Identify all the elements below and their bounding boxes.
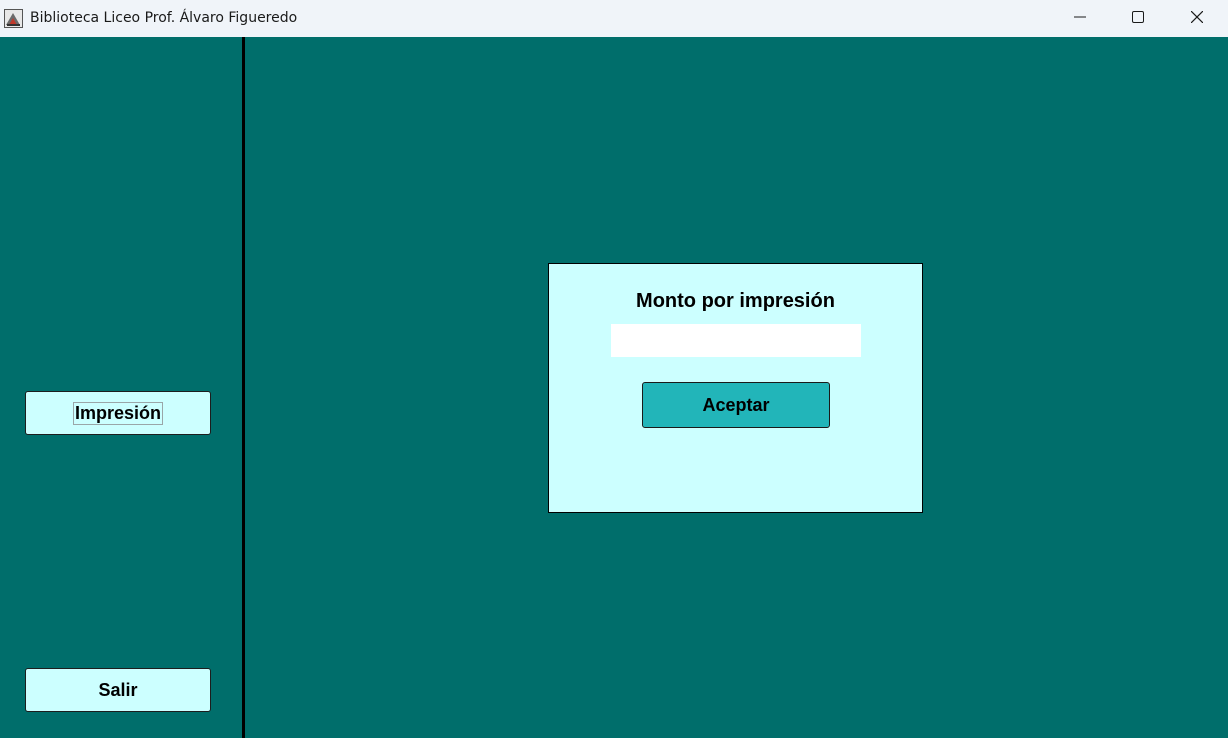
minimize-icon <box>1074 10 1086 28</box>
accept-button-label: Aceptar <box>702 394 770 415</box>
close-icon <box>1190 10 1204 28</box>
salir-button-label: Salir <box>98 679 138 700</box>
app-window: Biblioteca Liceo Prof. Álvaro Figueredo … <box>0 0 1228 738</box>
close-button[interactable] <box>1168 0 1226 37</box>
print-amount-panel: Monto por impresión Aceptar <box>548 263 923 513</box>
title-bar: Biblioteca Liceo Prof. Álvaro Figueredo <box>0 0 1228 37</box>
accept-button[interactable]: Aceptar <box>642 382 830 428</box>
minimize-button[interactable] <box>1051 0 1109 37</box>
panel-title: Monto por impresión <box>636 290 835 312</box>
salir-button[interactable]: Salir <box>25 668 211 712</box>
maximize-button[interactable] <box>1109 0 1167 37</box>
sidebar-divider <box>242 37 245 738</box>
maximize-icon <box>1132 10 1144 28</box>
impresion-button[interactable]: Impresión <box>25 391 211 435</box>
sidebar <box>0 37 242 738</box>
amount-input[interactable] <box>611 324 861 357</box>
app-logo-icon <box>4 9 23 28</box>
impresion-button-label: Impresión <box>72 401 164 425</box>
window-title: Biblioteca Liceo Prof. Álvaro Figueredo <box>30 10 298 26</box>
